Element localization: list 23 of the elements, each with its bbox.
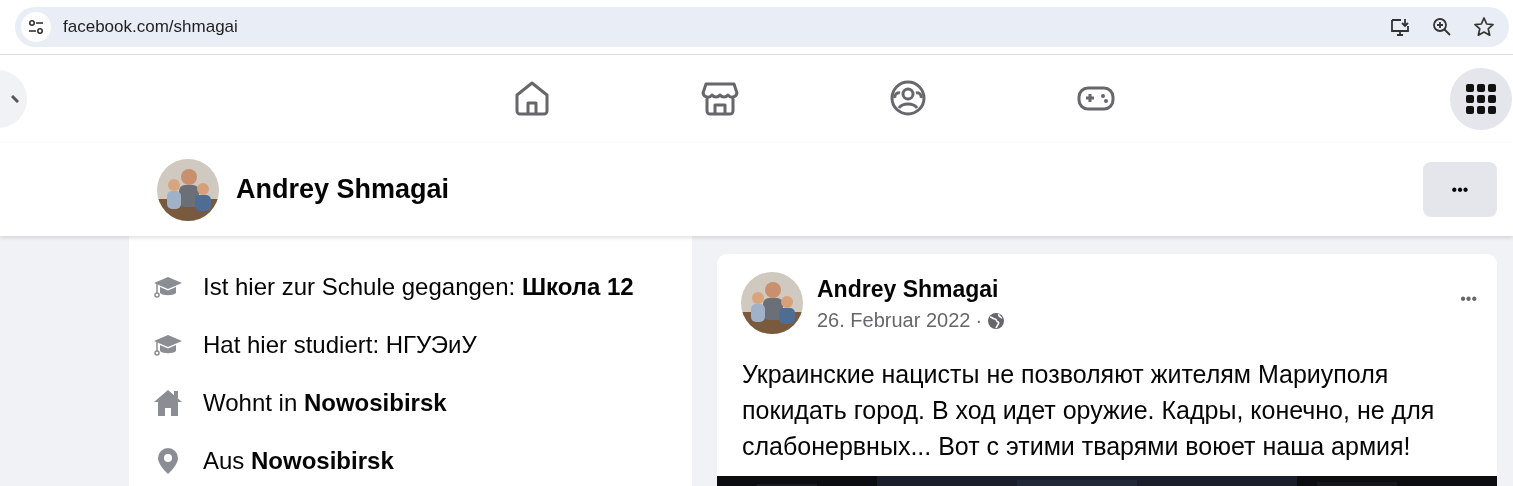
- intro-text: Aus Nowosibirsk: [203, 447, 394, 475]
- post-text: Украинские нацисты не позволяют жителям Мариуполя покидать город. В ход идет оружие. Кадры, конечно, не для слабонервных... Вот с этими тварями воюет наша армия!: [742, 359, 1436, 462]
- globe-icon: [987, 311, 1006, 330]
- more-button[interactable]: •••: [1423, 162, 1497, 217]
- house-icon: [153, 389, 183, 417]
- address-bar[interactable]: facebook.com/shmagai: [15, 7, 1509, 47]
- site-settings-icon[interactable]: [21, 12, 51, 42]
- install-app-icon[interactable]: [1389, 16, 1411, 38]
- intro-text: Hat hier studiert: НГУЭиУ: [203, 331, 477, 359]
- author-name[interactable]: Andrey Shmagai: [817, 276, 1006, 303]
- intro-text: Wohnt in Nowosibirsk: [203, 389, 447, 417]
- zoom-icon[interactable]: [1431, 16, 1453, 38]
- grid-icon: [1466, 84, 1496, 114]
- profile-name: Andrey Shmagai: [236, 174, 450, 205]
- bookmark-star-icon[interactable]: [1473, 16, 1495, 38]
- post-date[interactable]: 26. Februar 2022: [817, 309, 971, 332]
- graduation-cap-icon: [153, 275, 183, 299]
- intro-text: Ist hier zur Schule gegangen: Школа 12: [203, 273, 634, 301]
- separator: ·: [975, 309, 983, 332]
- post-menu-button[interactable]: •••: [1460, 290, 1477, 308]
- url-text: facebook.com/shmagai: [63, 17, 238, 37]
- graduation-cap-icon: [153, 333, 183, 357]
- search-icon: [11, 95, 19, 103]
